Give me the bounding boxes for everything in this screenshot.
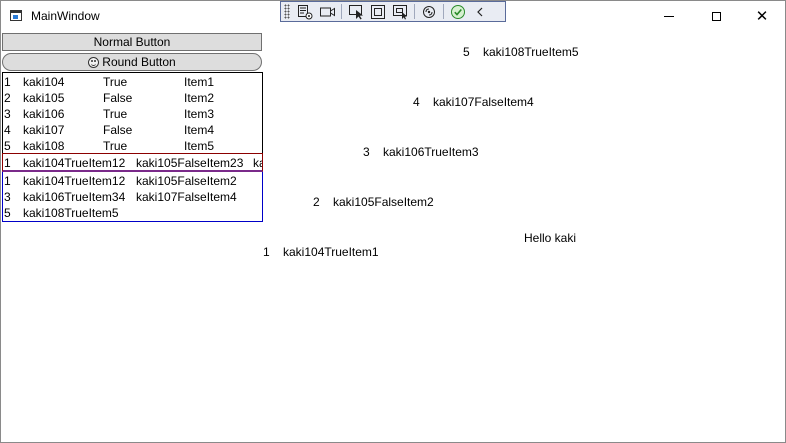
- round-button[interactable]: Round Button: [2, 53, 262, 71]
- binding-check-button[interactable]: [447, 2, 469, 21]
- select-element-icon: [348, 4, 363, 19]
- live-visual-tree-button[interactable]: [294, 2, 316, 21]
- data-grid[interactable]: 1 kaki104 True Item1 2 kaki105 False Ite…: [2, 72, 263, 154]
- grid-cell-item: Item3: [184, 107, 215, 121]
- minimize-icon: [664, 15, 674, 17]
- grid-cell-index: 2: [4, 91, 11, 105]
- minimize-button[interactable]: [646, 1, 692, 31]
- hlist-item-index: 1: [4, 156, 11, 170]
- canvas-item[interactable]: kaki104TrueItem1: [283, 245, 379, 259]
- grid-cell-flag: False: [103, 91, 133, 105]
- grid-row[interactable]: 3 kaki106 True Item3: [3, 106, 262, 122]
- live-visual-tree-icon: [298, 4, 313, 19]
- collapse-toolbar-button[interactable]: [469, 2, 491, 21]
- track-focus-button[interactable]: [389, 2, 411, 21]
- hot-reload-icon: [423, 5, 435, 18]
- toolbar-separator: [443, 4, 444, 19]
- grid-cell-name: kaki104: [23, 75, 65, 89]
- grid-cell-index: 3: [4, 107, 11, 121]
- grid-cell-name: kaki106: [23, 107, 65, 121]
- grid-cell-index: 1: [4, 75, 11, 89]
- greeting-text: Hello kaki: [524, 231, 577, 245]
- close-icon: ✕: [755, 6, 769, 25]
- grid-row[interactable]: 2 kaki105 False Item2: [3, 90, 262, 106]
- grid-cell-item: Item2: [184, 91, 215, 105]
- canvas-item-index: 2: [313, 195, 320, 209]
- wlist-item-index: 5: [4, 206, 11, 220]
- hlist-item[interactable]: kaki105FalseItem23: [136, 156, 243, 170]
- canvas-item-index: 1: [263, 245, 270, 259]
- wlist-item-index: 1: [4, 174, 11, 188]
- canvas-item[interactable]: kaki107FalseItem4: [433, 95, 534, 109]
- wlist-item[interactable]: kaki108TrueItem5: [23, 206, 119, 220]
- wrap-list[interactable]: 1 kaki104TrueItem12 kaki105FalseItem2 3 …: [2, 172, 263, 222]
- record-button[interactable]: [316, 2, 338, 21]
- grid-cell-index: 4: [4, 123, 11, 137]
- canvas-item[interactable]: kaki105FalseItem2: [333, 195, 434, 209]
- grid-cell-item: Item1: [184, 75, 215, 89]
- grid-cell-item: Item4: [184, 123, 215, 137]
- wlist-item-index: 3: [4, 190, 11, 204]
- grid-cell-name: kaki105: [23, 91, 65, 105]
- window-title: MainWindow: [31, 9, 100, 23]
- hlist-item[interactable]: ka: [253, 156, 262, 170]
- grid-cell-flag: False: [103, 123, 133, 137]
- display-layout-adorners-icon: [371, 4, 385, 19]
- maximize-button[interactable]: [693, 1, 739, 31]
- wlist-item[interactable]: kaki106TrueItem34: [23, 190, 125, 204]
- app-window-icon: [10, 10, 22, 21]
- maximize-icon: [711, 11, 721, 21]
- close-button[interactable]: ✕: [739, 1, 785, 31]
- grid-cell-flag: True: [103, 139, 128, 153]
- grid-cell-item: Item5: [184, 139, 215, 153]
- grid-cell-flag: True: [103, 75, 128, 89]
- grid-row[interactable]: 5 kaki108 True Item5: [3, 138, 262, 153]
- toolbar-grip[interactable]: [284, 4, 290, 19]
- grid-row[interactable]: 1 kaki104 True Item1: [3, 74, 262, 90]
- binding-check-icon: [451, 4, 465, 19]
- canvas-item-index: 5: [463, 45, 470, 59]
- smiley-icon: [88, 57, 100, 68]
- grid-cell-flag: True: [103, 107, 128, 121]
- toolbar-separator: [414, 4, 415, 19]
- main-window: MainWindow ✕ Normal Button Round Button …: [0, 0, 786, 443]
- display-layout-adorners-button[interactable]: [367, 2, 389, 21]
- canvas-item-index: 4: [413, 95, 420, 109]
- wlist-item[interactable]: kaki105FalseItem2: [136, 174, 237, 188]
- collapse-chevron-icon: [477, 7, 483, 16]
- canvas-item[interactable]: kaki108TrueItem5: [483, 45, 579, 59]
- xaml-debug-toolbar: [280, 1, 506, 22]
- track-focus-icon: [392, 4, 407, 19]
- horizontal-list[interactable]: 1 kaki104TrueItem12 kaki105FalseItem23 k…: [2, 153, 263, 172]
- record-icon: [319, 7, 335, 16]
- hot-reload-button[interactable]: [418, 2, 440, 21]
- grid-cell-index: 5: [4, 139, 11, 153]
- grid-cell-name: kaki108: [23, 139, 65, 153]
- normal-button[interactable]: Normal Button: [2, 33, 262, 51]
- select-element-button[interactable]: [345, 2, 367, 21]
- round-button-label: Round Button: [102, 55, 176, 69]
- grid-row[interactable]: 4 kaki107 False Item4: [3, 122, 262, 138]
- canvas-item-index: 3: [363, 145, 370, 159]
- grid-cell-name: kaki107: [23, 123, 65, 137]
- wlist-item[interactable]: kaki104TrueItem12: [23, 174, 125, 188]
- wlist-item[interactable]: kaki107FalseItem4: [136, 190, 237, 204]
- canvas-item[interactable]: kaki106TrueItem3: [383, 145, 479, 159]
- hlist-item[interactable]: kaki104TrueItem12: [23, 156, 125, 170]
- toolbar-separator: [341, 4, 342, 19]
